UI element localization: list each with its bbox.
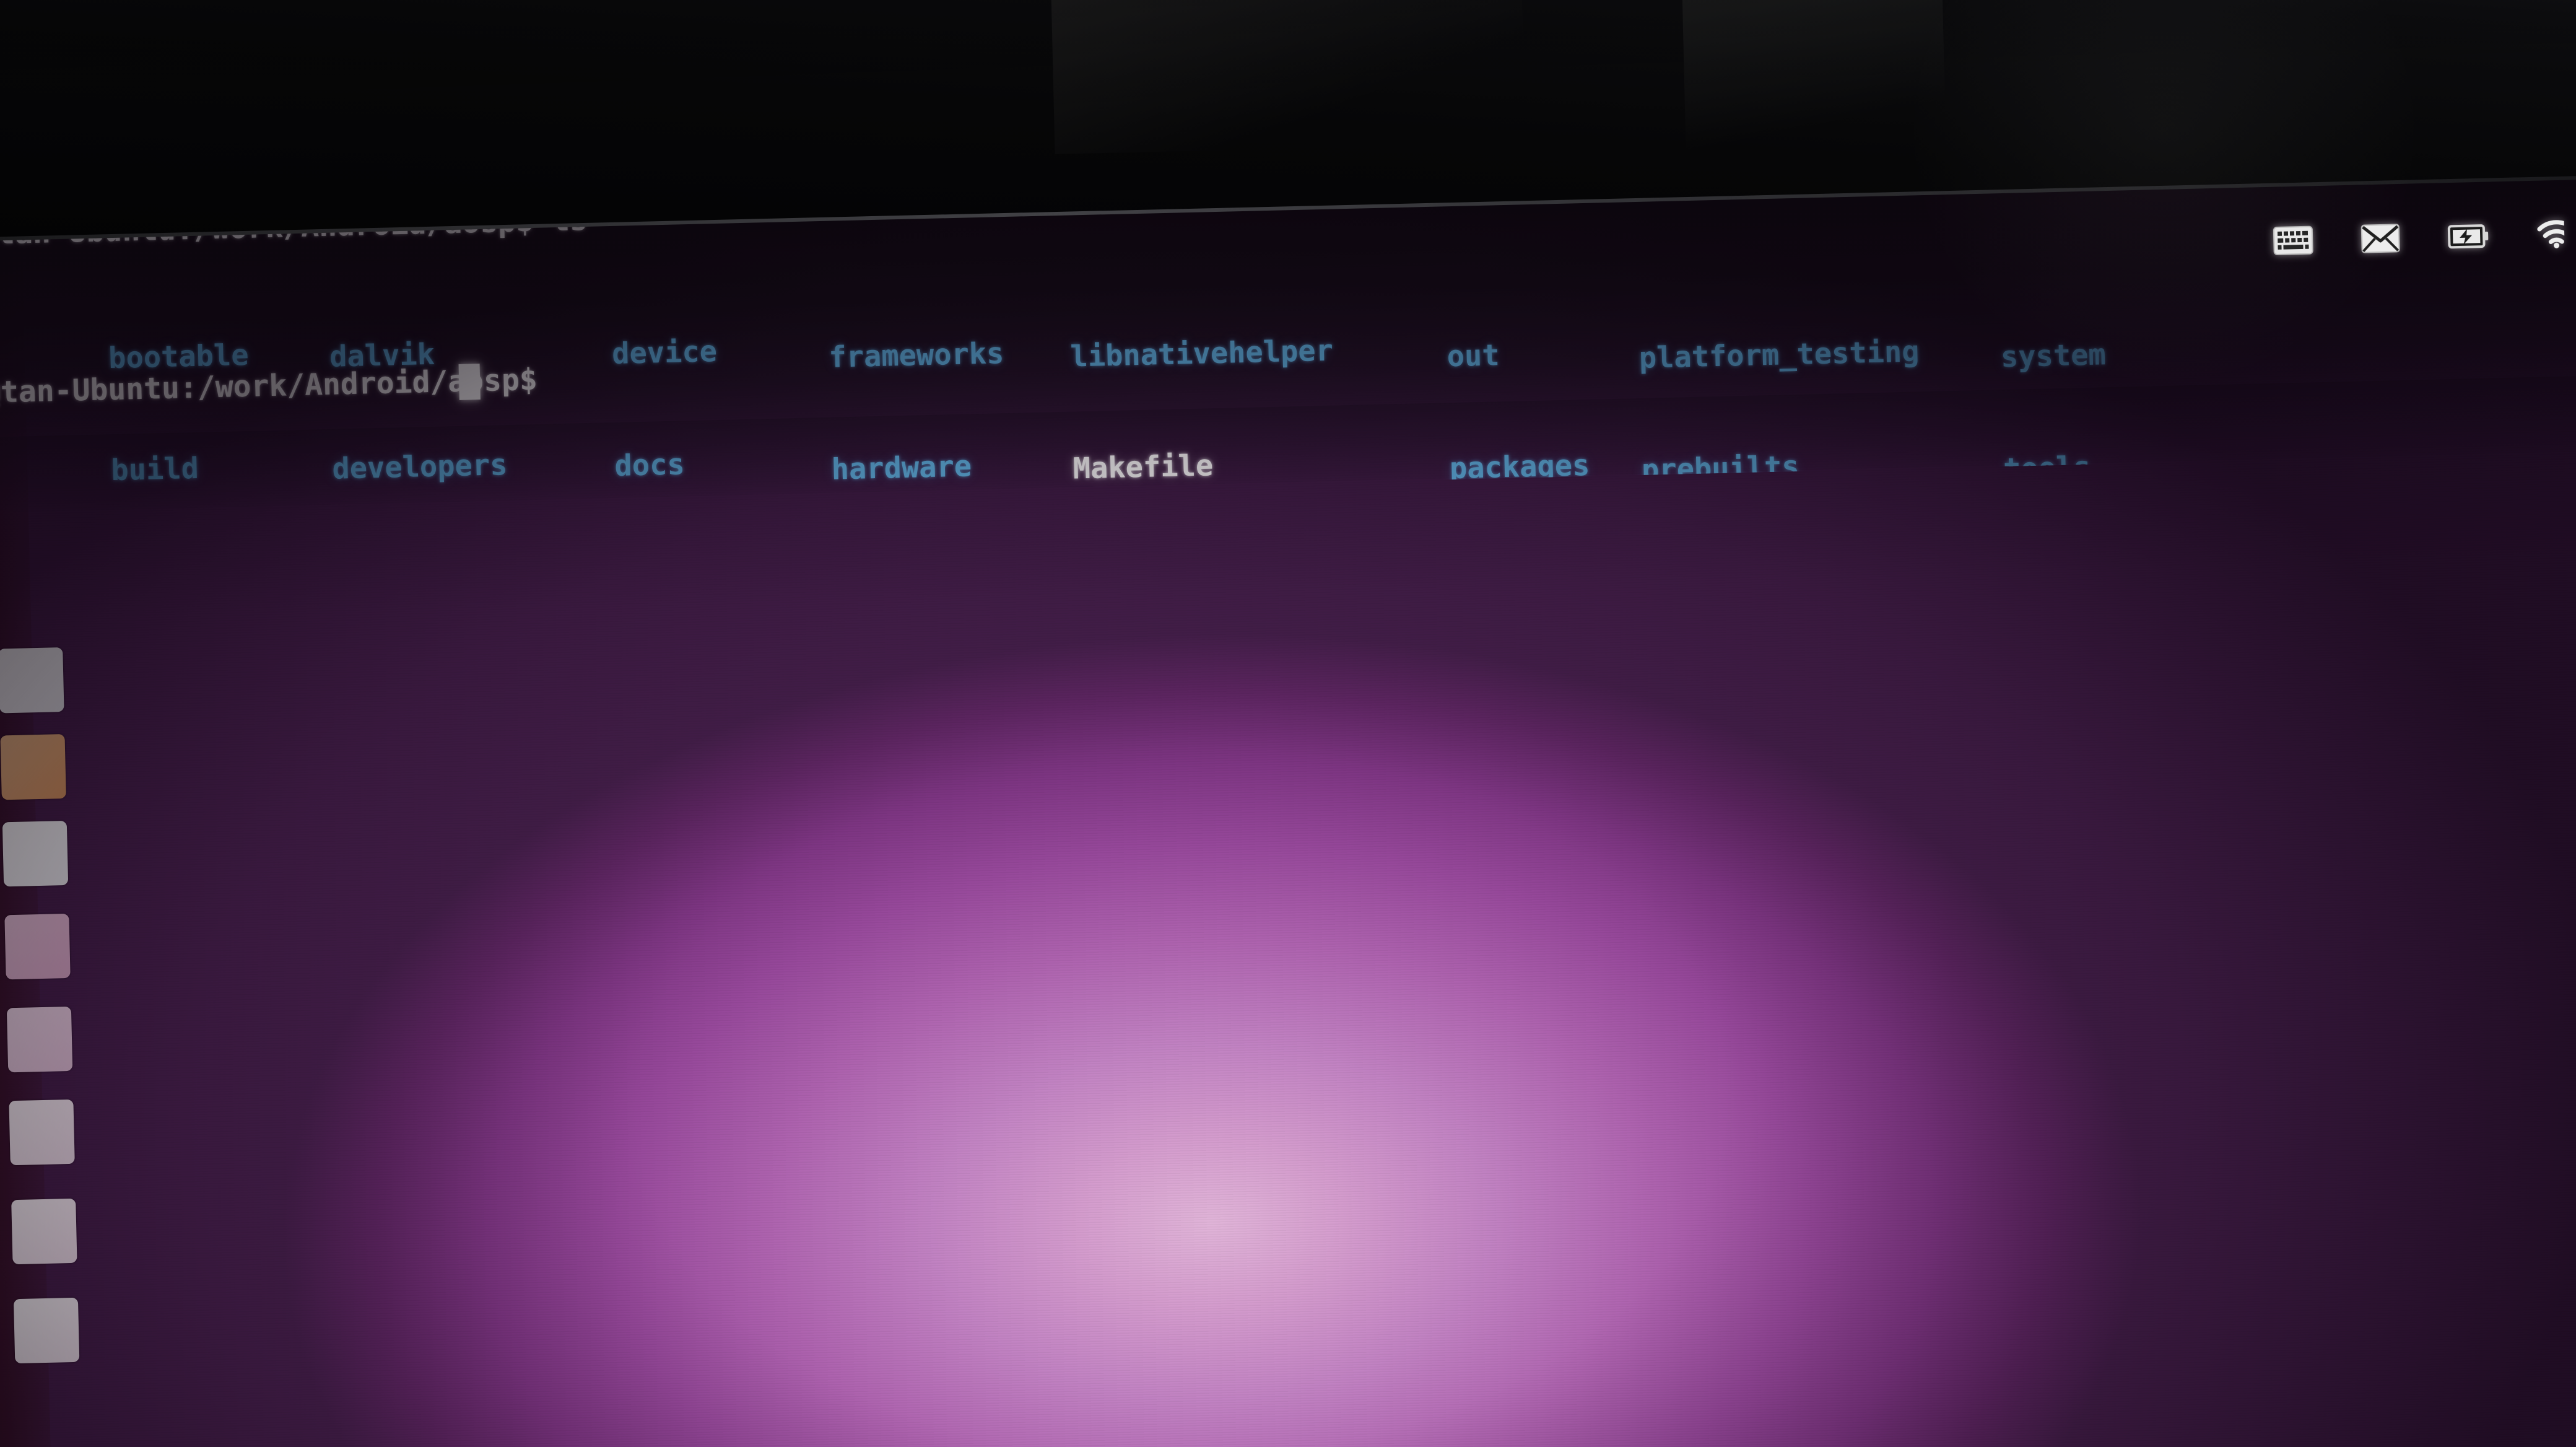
keyboard-indicator-icon[interactable] bbox=[2273, 225, 2313, 258]
terminal-cursor bbox=[458, 364, 481, 400]
ls-entry: device bbox=[611, 334, 718, 372]
terminal-window[interactable]: -Ubuntu: /work/Android/aosp tan@tan-Ubun… bbox=[0, 105, 2576, 515]
launcher-item-3[interactable] bbox=[2, 820, 69, 887]
photographed-monitor: -Ubuntu: /work/Android/aosp tan@tan-Ubun… bbox=[0, 0, 2576, 1447]
screen-surface: -Ubuntu: /work/Android/aosp tan@tan-Ubun… bbox=[0, 28, 2576, 1447]
launcher-item-1[interactable] bbox=[0, 647, 64, 714]
launcher-item-2[interactable] bbox=[0, 733, 66, 800]
launcher-item-8[interactable] bbox=[13, 1297, 80, 1364]
ls-entry: out bbox=[1447, 338, 1500, 374]
ls-entry: art bbox=[0, 448, 105, 490]
launcher-item-7[interactable] bbox=[11, 1198, 77, 1265]
wifi-signal-icon[interactable] bbox=[2537, 220, 2565, 251]
launcher-item-5[interactable] bbox=[6, 1006, 73, 1073]
ls-entry: Makefile bbox=[1073, 448, 1214, 486]
ls-output-column-5: frameworks hardware libcore bbox=[827, 261, 1011, 515]
ls-entry: docs bbox=[614, 447, 685, 483]
launcher-item-6[interactable] bbox=[9, 1099, 75, 1166]
ls-entry: system bbox=[2000, 338, 2107, 375]
messaging-envelope-icon[interactable] bbox=[2361, 224, 2400, 255]
launcher-item-4[interactable] bbox=[4, 913, 71, 980]
ls-entry: developers bbox=[331, 447, 508, 486]
ls-entry: platform_testing bbox=[1638, 334, 1920, 376]
ls-entry: abi bbox=[0, 337, 103, 378]
ls-output-column-6: libnativehelper Makefile ndk bbox=[1068, 258, 1341, 515]
ls-entry: frameworks bbox=[828, 336, 1005, 375]
unity-panel-indicators[interactable] bbox=[2273, 204, 2565, 273]
ls-entry: hardware bbox=[831, 449, 972, 487]
ls-entry: build bbox=[110, 451, 199, 487]
ls-entry: libnativehelper bbox=[1069, 333, 1334, 374]
window-title: -Ubuntu: /work/Android/aosp bbox=[0, 165, 377, 208]
ls-output-column-4: device docs external bbox=[610, 257, 794, 515]
battery-charging-icon[interactable] bbox=[2447, 223, 2489, 253]
terminal-body[interactable]: tan@tan-Ubuntu:/work/Android/aosp$ ls ab… bbox=[0, 154, 2576, 514]
